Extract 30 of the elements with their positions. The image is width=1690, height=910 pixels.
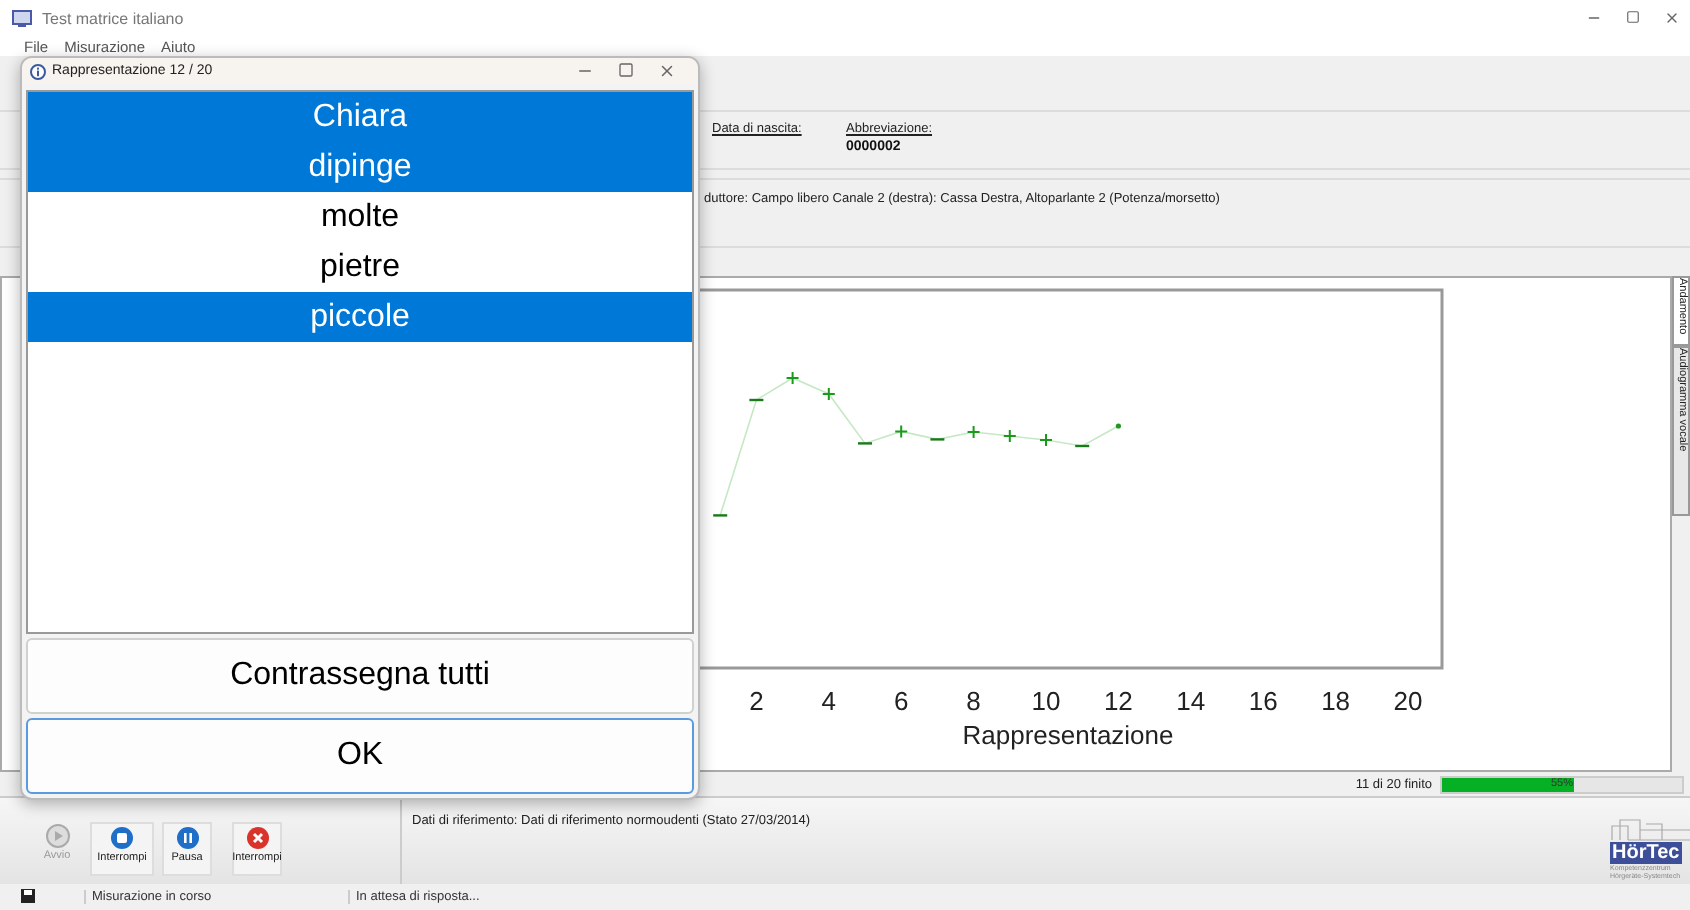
word-item[interactable]: Chiara (28, 92, 692, 142)
dialog-button[interactable]: OK (26, 718, 694, 794)
tick-label: 20 (1393, 686, 1423, 716)
close-icon[interactable] (1664, 10, 1680, 26)
maximize-icon[interactable] (618, 62, 634, 78)
tick-label: 18 (1321, 686, 1351, 716)
tick-label: 12 (1103, 686, 1133, 716)
info-icon (30, 63, 46, 79)
axis-label: Rappresentazione (962, 720, 1174, 750)
logo-text: HörTec (1610, 842, 1682, 864)
window-title: Test matrice italiano (42, 9, 186, 27)
tick-label: 4 (821, 686, 837, 716)
close-icon (245, 826, 269, 850)
tick-label: 6 (893, 686, 909, 716)
word-item[interactable]: piccole (28, 292, 692, 342)
play-icon (45, 824, 69, 848)
tick-label: 8 (966, 686, 981, 716)
tick-label: 14 (1176, 686, 1206, 716)
building-icon (1610, 818, 1690, 842)
word-item[interactable]: dipinge (28, 142, 692, 192)
app-icon (12, 9, 32, 27)
tick-label: 10 (1031, 686, 1061, 716)
save-icon (20, 888, 36, 904)
maximize-icon[interactable] (1626, 10, 1640, 24)
pause-icon (175, 826, 199, 850)
stop-icon (110, 826, 134, 850)
dialog-button[interactable]: Contrassegna tutti (26, 638, 694, 714)
tick-label: 16 (1248, 686, 1278, 716)
close-icon[interactable] (658, 62, 676, 80)
tick-label: 2 (749, 686, 764, 716)
